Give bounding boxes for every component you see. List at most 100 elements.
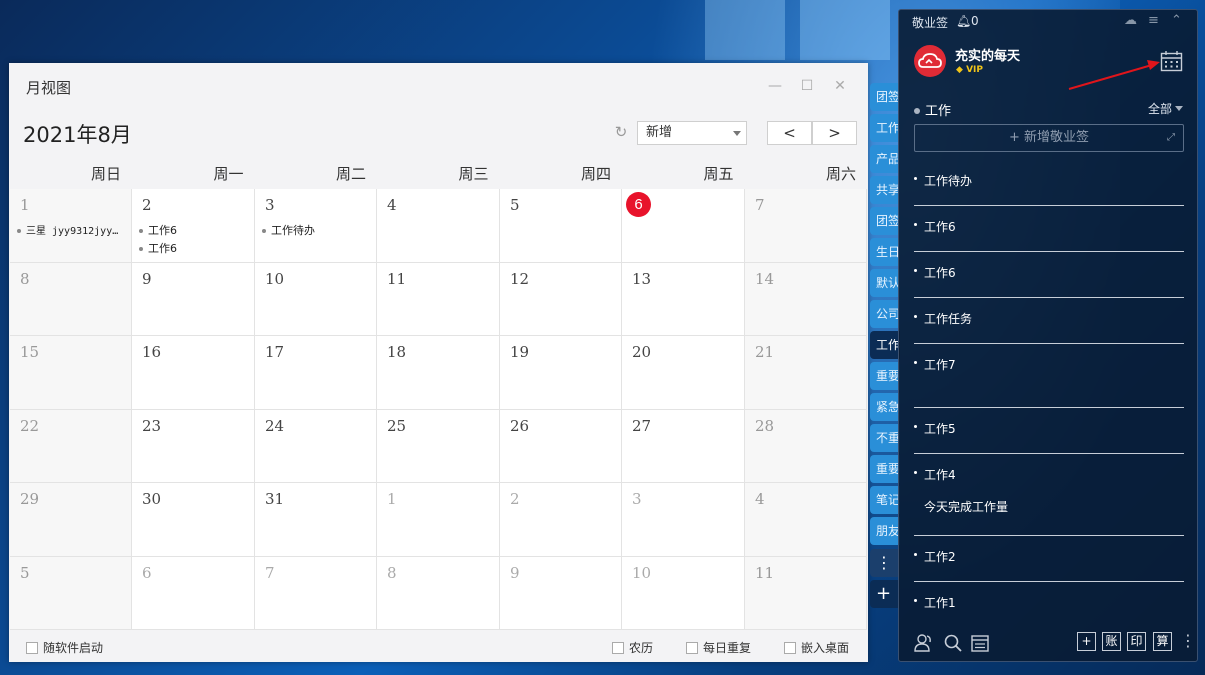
contacts-icon[interactable] bbox=[914, 633, 934, 653]
category-tab[interactable]: 团签 bbox=[870, 83, 900, 111]
note-item[interactable]: 工作6 bbox=[914, 206, 1184, 252]
menu-icon[interactable]: ≡ bbox=[1148, 13, 1159, 28]
day-cell[interactable]: 19 bbox=[500, 336, 622, 410]
day-cell[interactable]: 3 工作待办 bbox=[255, 189, 377, 263]
bell-icon[interactable]: 🔔︎ bbox=[956, 14, 971, 28]
note-item[interactable]: 工作2 bbox=[914, 536, 1184, 582]
category-tab[interactable]: 产品 bbox=[870, 145, 900, 173]
calendar-event[interactable]: 工作6 bbox=[139, 222, 177, 238]
day-cell[interactable]: 4 bbox=[745, 483, 867, 557]
expand-icon[interactable]: ⤢ bbox=[1167, 125, 1175, 151]
note-item[interactable]: 工作1 bbox=[914, 582, 1184, 616]
notes-topbar[interactable]: 敬业签 🔔︎ 0 ☁︎ ≡ ⌃ bbox=[899, 10, 1199, 34]
category-tab[interactable]: 紧急 bbox=[870, 393, 900, 421]
day-cell[interactable]: 15 bbox=[10, 336, 132, 410]
day-cell[interactable]: 12 bbox=[500, 262, 622, 336]
day-cell[interactable]: 2 工作6 工作6 bbox=[132, 189, 255, 263]
day-cell[interactable]: 9 bbox=[500, 556, 622, 630]
day-cell[interactable]: 13 bbox=[622, 262, 745, 336]
day-cell[interactable]: 6 bbox=[132, 556, 255, 630]
cloud-sync-icon[interactable]: ☁︎ bbox=[1124, 13, 1137, 28]
add-note-button[interactable]: + 新增敬业签 ⤢ bbox=[914, 124, 1184, 152]
calendar-event[interactable]: 工作6 bbox=[139, 240, 177, 256]
day-cell[interactable]: 14 bbox=[745, 262, 867, 336]
calendar-event[interactable]: 三星 jyy9312jyy… bbox=[17, 222, 118, 237]
more-icon[interactable]: ⋮ bbox=[1180, 631, 1196, 650]
day-cell[interactable]: 17 bbox=[255, 336, 377, 410]
day-cell[interactable]: 16 bbox=[132, 336, 255, 410]
autostart-checkbox[interactable]: 随软件启动 bbox=[26, 639, 103, 656]
add-new-select[interactable]: 新增 bbox=[637, 121, 747, 145]
add-button[interactable]: + bbox=[1077, 632, 1096, 651]
day-cell[interactable]: 7 bbox=[255, 556, 377, 630]
day-cell[interactable]: 27 bbox=[622, 409, 745, 483]
note-item[interactable]: 工作待办 bbox=[914, 160, 1184, 206]
window-titlebar[interactable]: 月视图 — ☐ ✕ bbox=[9, 63, 868, 109]
user-name[interactable]: 充实的每天 bbox=[955, 45, 1020, 64]
print-button[interactable]: 印 bbox=[1127, 632, 1146, 651]
day-cell[interactable]: 26 bbox=[500, 409, 622, 483]
day-cell[interactable]: 31 bbox=[255, 483, 377, 557]
calendar-icon[interactable] bbox=[1160, 50, 1183, 72]
close-button[interactable]: ✕ bbox=[831, 77, 849, 95]
category-tab[interactable]: 共享 bbox=[870, 176, 900, 204]
day-cell[interactable]: 25 bbox=[377, 409, 500, 483]
day-cell[interactable]: 5 bbox=[10, 556, 132, 630]
account-button[interactable]: 账 bbox=[1102, 632, 1121, 651]
category-tab[interactable]: 朋友 bbox=[870, 517, 900, 545]
day-cell[interactable]: 8 bbox=[10, 262, 132, 336]
day-cell[interactable]: 22 bbox=[10, 409, 132, 483]
day-cell[interactable]: 28 bbox=[745, 409, 867, 483]
category-tab[interactable]: 不重 bbox=[870, 424, 900, 452]
day-cell[interactable]: 30 bbox=[132, 483, 255, 557]
next-month-button[interactable]: > bbox=[812, 121, 857, 145]
day-cell[interactable]: 11 bbox=[377, 262, 500, 336]
day-cell[interactable]: 5 bbox=[500, 189, 622, 263]
daily-repeat-checkbox[interactable]: 每日重复 bbox=[686, 639, 751, 656]
day-cell[interactable]: 4 bbox=[377, 189, 500, 263]
day-cell[interactable]: 6 bbox=[622, 189, 745, 263]
filter-dropdown[interactable]: 全部 bbox=[1148, 100, 1184, 117]
calendar-event[interactable]: 工作待办 bbox=[262, 222, 315, 238]
note-item[interactable]: 工作4 今天完成工作量 bbox=[914, 454, 1184, 536]
prev-month-button[interactable]: < bbox=[767, 121, 812, 145]
category-tab[interactable]: 团签 bbox=[870, 207, 900, 235]
avatar[interactable] bbox=[914, 45, 946, 77]
day-cell[interactable]: 8 bbox=[377, 556, 500, 630]
category-tab[interactable]: 重要 bbox=[870, 362, 900, 390]
category-tab[interactable]: 公司 bbox=[870, 300, 900, 328]
day-cell[interactable]: 3 bbox=[622, 483, 745, 557]
day-cell[interactable]: 9 bbox=[132, 262, 255, 336]
day-cell[interactable]: 21 bbox=[745, 336, 867, 410]
collapse-icon[interactable]: ⌃ bbox=[1171, 13, 1182, 28]
calculate-button[interactable]: 算 bbox=[1153, 632, 1172, 651]
embed-desktop-checkbox[interactable]: 嵌入桌面 bbox=[784, 639, 849, 656]
note-item[interactable]: 工作任务 bbox=[914, 298, 1184, 344]
search-icon[interactable] bbox=[943, 633, 963, 653]
note-item[interactable]: 工作5 bbox=[914, 408, 1184, 454]
day-cell[interactable]: 10 bbox=[622, 556, 745, 630]
day-cell[interactable]: 10 bbox=[255, 262, 377, 336]
minimize-button[interactable]: — bbox=[766, 77, 784, 95]
add-category-button[interactable]: + bbox=[870, 580, 900, 608]
category-tab[interactable]: 生日 bbox=[870, 238, 900, 266]
day-cell[interactable]: 24 bbox=[255, 409, 377, 483]
lunar-checkbox[interactable]: 农历 bbox=[612, 639, 653, 656]
day-cell[interactable]: 23 bbox=[132, 409, 255, 483]
category-tab[interactable]: 笔记 bbox=[870, 486, 900, 514]
day-cell[interactable]: 1 三星 jyy9312jyy… bbox=[10, 189, 132, 263]
day-cell[interactable]: 7 bbox=[745, 189, 867, 263]
day-cell[interactable]: 2 bbox=[500, 483, 622, 557]
category-tab[interactable]: 重要 bbox=[870, 455, 900, 483]
day-cell[interactable]: 11 bbox=[745, 556, 867, 630]
more-tabs-button[interactable]: ⋮ bbox=[870, 549, 900, 577]
category-tab[interactable]: 工作 bbox=[870, 331, 900, 359]
day-cell[interactable]: 18 bbox=[377, 336, 500, 410]
category-tab[interactable]: 工作 bbox=[870, 114, 900, 142]
category-tab[interactable]: 默认 bbox=[870, 269, 900, 297]
note-item[interactable]: 工作6 bbox=[914, 252, 1184, 298]
day-cell[interactable]: 20 bbox=[622, 336, 745, 410]
calendar-view-icon[interactable] bbox=[970, 633, 990, 653]
note-item[interactable]: 工作7 bbox=[914, 344, 1184, 408]
day-cell[interactable]: 1 bbox=[377, 483, 500, 557]
